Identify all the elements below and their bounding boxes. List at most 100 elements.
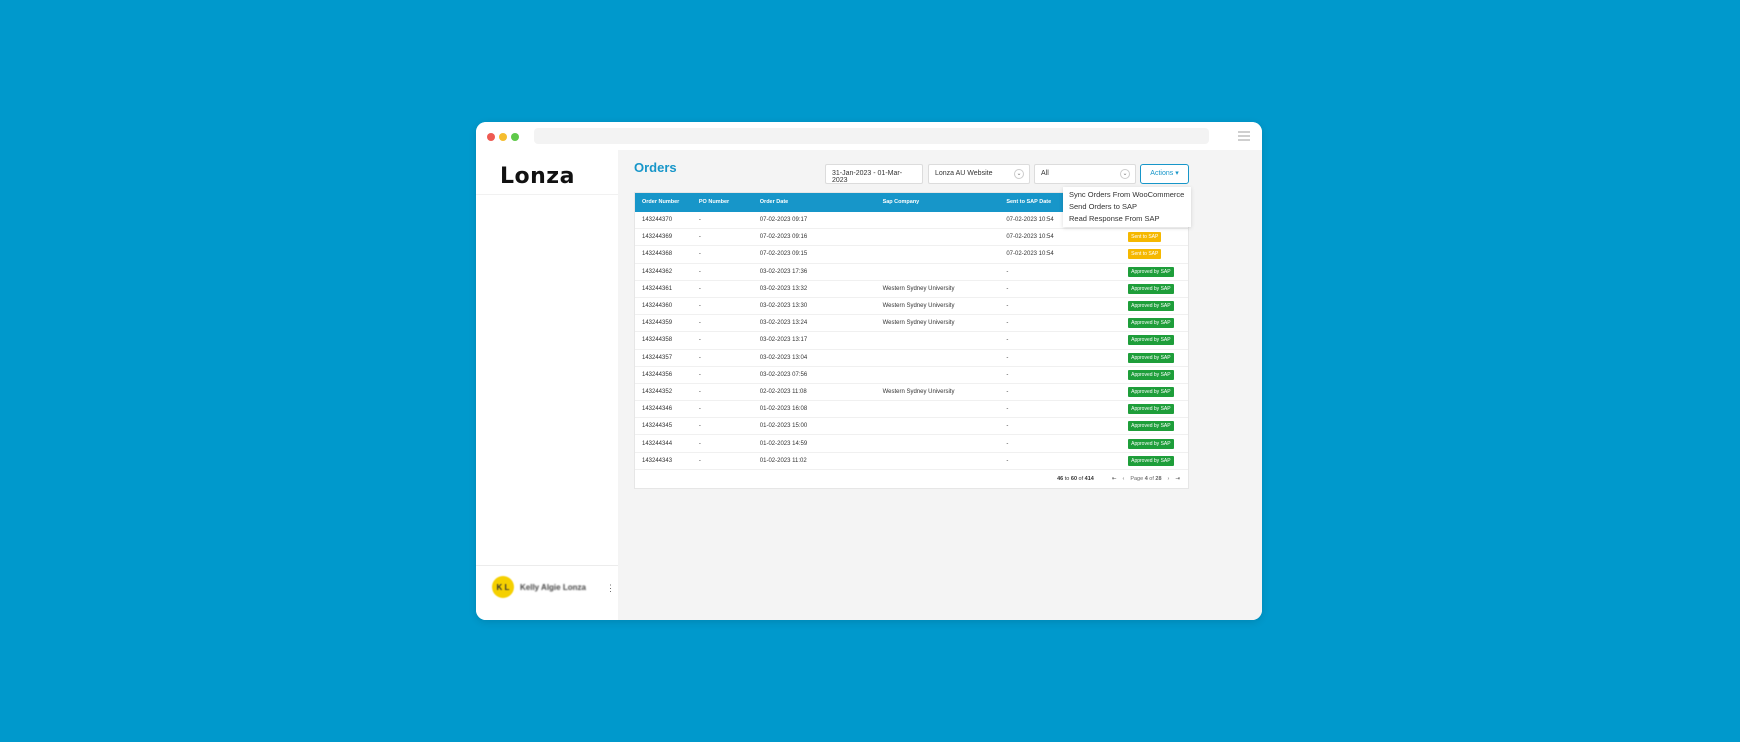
order-date-cell: 07-02-2023 09:15: [759, 251, 808, 258]
chevron-down-icon: ⌄: [1014, 169, 1024, 179]
date-range-filter[interactable]: 31-Jan-2023 - 01-Mar-2023: [825, 164, 923, 184]
table-row[interactable]: 143244356 - 03-02-2023 07:56 - Approved by S…: [635, 367, 1188, 384]
table-row[interactable]: 143244345 - 01-02-2023 15:00 - Approved by S…: [635, 418, 1188, 436]
sent-to-sap-date-cell: -: [1006, 354, 1009, 361]
sent-to-sap-date-cell: -: [1006, 440, 1009, 447]
status-badge: Approved by SAP: [1128, 335, 1174, 346]
address-bar[interactable]: [534, 128, 1209, 144]
status-badge: Sent to SAP: [1128, 232, 1162, 243]
sent-to-sap-date-cell: -: [1006, 457, 1009, 464]
menu-item-sync-orders[interactable]: Sync Orders From WooCommerce: [1069, 189, 1185, 201]
status-badge: Approved by SAP: [1128, 421, 1174, 432]
close-window-button[interactable]: [487, 133, 495, 141]
minimize-window-button[interactable]: [499, 133, 507, 141]
order-number-cell: 143244346: [642, 406, 673, 413]
sent-to-sap-date-cell: -: [1006, 337, 1009, 344]
po-number-cell: -: [698, 337, 701, 344]
table-row[interactable]: 143244369 - 07-02-2023 09:16 07-02-2023 10:…: [635, 229, 1188, 247]
table-row[interactable]: 143244362 - 03-02-2023 17:36 - Approved by S…: [635, 264, 1188, 281]
status-value: All: [1041, 170, 1049, 177]
pagination: 46 to 60 of 414 ⇤ ‹ Page 4 of 28 › ⇥: [635, 470, 1188, 488]
table-row[interactable]: 143244359 - 03-02-2023 13:24 Western Sydney…: [635, 315, 1188, 333]
status-badge: Approved by SAP: [1128, 352, 1174, 363]
status-cell: Approved by SAP: [1128, 421, 1188, 432]
table-row[interactable]: 143244343 - 01-02-2023 11:02 - Approved by S…: [635, 453, 1188, 470]
table-row[interactable]: 143244352 - 02-02-2023 11:08 Western Sydney…: [635, 384, 1188, 402]
order-date-cell: 01-02-2023 15:00: [759, 423, 808, 430]
status-select[interactable]: All ⌄: [1034, 164, 1136, 184]
order-number-cell: 143244362: [642, 268, 673, 275]
table-body: 143244370 - 07-02-2023 09:17 07-02-2023 10:…: [635, 212, 1188, 470]
column-header[interactable]: PO Number: [699, 193, 760, 212]
sent-to-sap-date-cell: -: [1006, 268, 1009, 275]
sap-company-cell: Western Sydney University: [882, 303, 955, 310]
order-number-cell: 143244358: [642, 337, 673, 344]
order-number-cell: 143244368: [642, 251, 673, 258]
maximize-window-button[interactable]: [511, 133, 519, 141]
status-badge: Approved by SAP: [1128, 318, 1174, 329]
column-header[interactable]: Sap Company: [883, 193, 1007, 212]
divider: [476, 194, 618, 195]
status-badge: Approved by SAP: [1128, 283, 1174, 294]
next-page-icon[interactable]: ›: [1168, 476, 1170, 482]
browser-window: Lonza K L Kelly Algie Lonza ⋮ Orders 31-…: [476, 122, 1262, 620]
row-range: 46 to 60 of 414: [1057, 475, 1094, 482]
status-badge: Sent to SAP: [1128, 249, 1162, 260]
order-number-cell: 143244357: [642, 354, 673, 361]
user-profile[interactable]: K L Kelly Algie Lonza ⋮: [492, 576, 615, 598]
status-badge: Approved by SAP: [1128, 386, 1174, 397]
order-date-cell: 03-02-2023 07:56: [759, 371, 808, 378]
order-date-cell: 03-02-2023 13:30: [759, 303, 808, 310]
actions-button[interactable]: Actions ▾: [1140, 164, 1189, 184]
table-row[interactable]: 143244358 - 03-02-2023 13:17 - Approved by S…: [635, 332, 1188, 350]
order-number-cell: 143244360: [642, 303, 673, 310]
website-select[interactable]: Lonza AU Website ⌄: [928, 164, 1030, 184]
column-header[interactable]: Order Number: [635, 193, 699, 212]
order-date-cell: 02-02-2023 11:08: [759, 388, 807, 395]
po-number-cell: -: [698, 251, 701, 258]
po-number-cell: -: [698, 268, 701, 275]
status-badge: Approved by SAP: [1128, 438, 1174, 449]
table-row[interactable]: 143244360 - 03-02-2023 13:30 Western Sydney…: [635, 298, 1188, 316]
sent-to-sap-date-cell: -: [1006, 303, 1009, 310]
column-header[interactable]: Order Date: [760, 193, 883, 212]
status-cell: Approved by SAP: [1128, 404, 1188, 415]
actions-menu: Sync Orders From WooCommerce Send Orders…: [1063, 187, 1191, 227]
page-indicator: Page 4 of 28: [1130, 475, 1162, 482]
order-number-cell: 143244370: [642, 217, 673, 224]
more-options-icon[interactable]: ⋮: [606, 583, 615, 594]
table-row[interactable]: 143244361 - 03-02-2023 13:32 Western Sydney…: [635, 281, 1188, 298]
status-cell: Approved by SAP: [1128, 455, 1188, 466]
orders-table: Order Number PO Number Order Date Sap Co…: [634, 192, 1189, 489]
first-page-icon[interactable]: ⇤: [1112, 476, 1117, 482]
menu-item-send-orders[interactable]: Send Orders to SAP: [1069, 201, 1185, 213]
order-date-cell: 03-02-2023 13:24: [759, 320, 808, 327]
previous-page-icon[interactable]: ‹: [1122, 476, 1124, 482]
table-row[interactable]: 143244357 - 03-02-2023 13:04 - Approved by S…: [635, 350, 1188, 367]
order-number-cell: 143244343: [642, 457, 673, 464]
avatar: K L: [492, 576, 514, 598]
status-cell: Sent to SAP: [1128, 249, 1188, 260]
sent-to-sap-date-cell: 07-02-2023 10:54: [1006, 251, 1054, 258]
order-date-cell: 03-02-2023 13:17: [759, 337, 808, 344]
actions-label: Actions: [1150, 170, 1174, 177]
page-title: Orders: [634, 160, 677, 175]
order-number-cell: 143244345: [642, 423, 673, 430]
last-page-icon[interactable]: ⇥: [1175, 476, 1180, 482]
table-row[interactable]: 143244346 - 01-02-2023 16:08 - Approved by S…: [635, 401, 1188, 419]
po-number-cell: -: [698, 440, 701, 447]
table-row[interactable]: 143244344 - 01-02-2023 14:59 - Approved by S…: [635, 435, 1188, 453]
order-date-cell: 01-02-2023 11:02: [759, 457, 807, 464]
divider: [476, 565, 618, 566]
po-number-cell: -: [698, 371, 701, 378]
status-badge: Approved by SAP: [1128, 404, 1174, 415]
user-name: Kelly Algie Lonza: [520, 582, 586, 592]
title-bar: [476, 122, 1262, 150]
hamburger-menu-icon[interactable]: [1238, 131, 1250, 141]
po-number-cell: -: [698, 320, 701, 327]
po-number-cell: -: [698, 388, 701, 395]
order-number-cell: 143244369: [642, 234, 673, 241]
sent-to-sap-date-cell: -: [1006, 406, 1009, 413]
table-row[interactable]: 143244368 - 07-02-2023 09:15 07-02-2023 10:…: [635, 246, 1188, 264]
menu-item-read-response[interactable]: Read Response From SAP: [1069, 213, 1185, 225]
